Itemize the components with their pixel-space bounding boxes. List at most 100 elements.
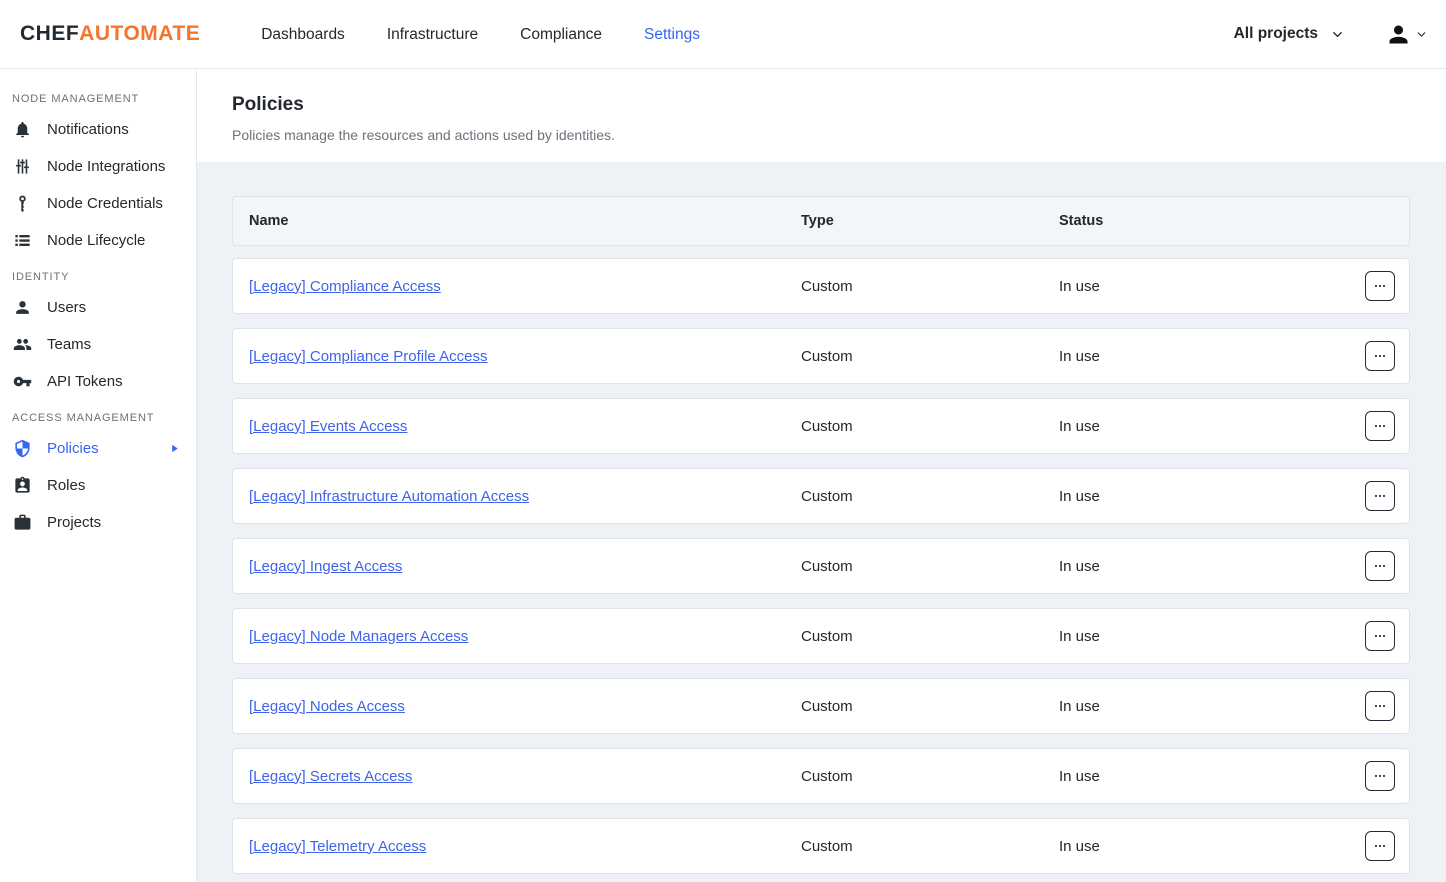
brand-logo[interactable]: CHEFAUTOMATE bbox=[20, 22, 200, 46]
sidebar-item-notifications[interactable]: Notifications bbox=[0, 111, 196, 148]
policy-name-link[interactable]: [Legacy] Events Access bbox=[249, 418, 407, 435]
row-menu-button[interactable] bbox=[1365, 411, 1395, 441]
table-row: [Legacy] Events Access CustomIn use bbox=[232, 398, 1410, 454]
ellipsis-icon bbox=[1372, 418, 1388, 434]
sidebar-item-label: Roles bbox=[47, 477, 85, 494]
settings-sidebar: NODE MANAGEMENT Notifications Node Integra… bbox=[0, 69, 197, 882]
app-shell: NODE MANAGEMENT Notifications Node Integra… bbox=[0, 69, 1446, 882]
list-icon bbox=[12, 231, 32, 251]
main-content: Policies Policies manage the resources a… bbox=[197, 69, 1446, 882]
policy-status-cell: In use bbox=[1059, 418, 1347, 435]
person-icon bbox=[1385, 21, 1412, 48]
sidebar-item-label: Node Credentials bbox=[47, 195, 163, 212]
table-row: [Legacy] Telemetry Access CustomIn use bbox=[232, 818, 1410, 874]
brand-logo-automate: AUTOMATE bbox=[79, 22, 200, 45]
row-menu-button[interactable] bbox=[1365, 551, 1395, 581]
people-icon bbox=[12, 335, 32, 355]
column-header-name: Name bbox=[249, 213, 801, 229]
badge-icon bbox=[12, 476, 32, 496]
policy-type-cell: Custom bbox=[801, 698, 1059, 715]
policy-name-link[interactable]: [Legacy] Compliance Access bbox=[249, 278, 441, 295]
policy-name-link[interactable]: [Legacy] Ingest Access bbox=[249, 558, 402, 575]
policy-status-cell: In use bbox=[1059, 768, 1347, 785]
policy-type-cell: Custom bbox=[801, 628, 1059, 645]
policy-type-cell: Custom bbox=[801, 418, 1059, 435]
sidebar-item-roles[interactable]: Roles bbox=[0, 467, 196, 504]
policy-name-link[interactable]: [Legacy] Infrastructure Automation Acces… bbox=[249, 488, 529, 505]
row-menu-button[interactable] bbox=[1365, 271, 1395, 301]
policy-name-link[interactable]: [Legacy] Telemetry Access bbox=[249, 838, 426, 855]
page-title: Policies bbox=[232, 94, 1410, 116]
sidebar-item-node-lifecycle[interactable]: Node Lifecycle bbox=[0, 222, 196, 259]
row-menu-button[interactable] bbox=[1365, 341, 1395, 371]
table-row: [Legacy] Compliance AccessCustomIn use bbox=[232, 258, 1410, 314]
sliders-icon bbox=[12, 157, 32, 177]
ellipsis-icon bbox=[1372, 698, 1388, 714]
policy-status-cell: In use bbox=[1059, 558, 1347, 575]
sidebar-section-title-node-management: NODE MANAGEMENT bbox=[0, 93, 196, 105]
policy-name-link[interactable]: [Legacy] Compliance Profile Access bbox=[249, 348, 487, 365]
chevron-down-icon bbox=[1415, 28, 1428, 41]
policy-status-cell: In use bbox=[1059, 348, 1347, 365]
row-menu-button[interactable] bbox=[1365, 481, 1395, 511]
sidebar-item-policies[interactable]: Policies bbox=[0, 430, 196, 467]
sidebar-item-projects[interactable]: Projects bbox=[0, 504, 196, 541]
table-row: [Legacy] Secrets AccessCustomIn use bbox=[232, 748, 1410, 804]
sidebar-item-label: Projects bbox=[47, 514, 101, 531]
ellipsis-icon bbox=[1372, 628, 1388, 644]
table-header-row: Name Type Status bbox=[232, 196, 1410, 246]
policy-name-link[interactable]: [Legacy] Node Managers Access bbox=[249, 628, 468, 645]
nav-item-dashboards[interactable]: Dashboards bbox=[240, 0, 366, 69]
sidebar-item-node-credentials[interactable]: Node Credentials bbox=[0, 185, 196, 222]
policy-status-cell: In use bbox=[1059, 278, 1347, 295]
policy-type-cell: Custom bbox=[801, 488, 1059, 505]
sidebar-item-node-integrations[interactable]: Node Integrations bbox=[0, 148, 196, 185]
projects-filter-label: All projects bbox=[1234, 25, 1318, 43]
policy-type-cell: Custom bbox=[801, 558, 1059, 575]
sidebar-item-api-tokens[interactable]: API Tokens bbox=[0, 363, 196, 400]
ellipsis-icon bbox=[1372, 278, 1388, 294]
row-menu-button[interactable] bbox=[1365, 621, 1395, 651]
policy-type-cell: Custom bbox=[801, 348, 1059, 365]
sidebar-item-label: Policies bbox=[47, 440, 99, 457]
policy-status-cell: In use bbox=[1059, 698, 1347, 715]
brand-logo-chef: CHEF bbox=[20, 22, 79, 45]
sidebar-item-label: Node Integrations bbox=[47, 158, 165, 175]
sidebar-item-users[interactable]: Users bbox=[0, 289, 196, 326]
table-row: [Legacy] Ingest Access CustomIn use bbox=[232, 538, 1410, 594]
sidebar-section-title-access-management: ACCESS MANAGEMENT bbox=[0, 412, 196, 424]
nav-item-settings[interactable]: Settings bbox=[623, 0, 721, 69]
policy-status-cell: In use bbox=[1059, 628, 1347, 645]
policy-name-link[interactable]: [Legacy] Nodes Access bbox=[249, 698, 405, 715]
projects-filter-dropdown[interactable]: All projects bbox=[1234, 25, 1345, 43]
table-row: [Legacy] Compliance Profile Access Custom… bbox=[232, 328, 1410, 384]
person-icon bbox=[12, 298, 32, 318]
main-nav: DashboardsInfrastructureComplianceSettin… bbox=[240, 0, 721, 69]
row-menu-button[interactable] bbox=[1365, 761, 1395, 791]
sidebar-item-teams[interactable]: Teams bbox=[0, 326, 196, 363]
column-header-type: Type bbox=[801, 213, 1059, 229]
policy-name-link[interactable]: [Legacy] Secrets Access bbox=[249, 768, 412, 785]
row-menu-button[interactable] bbox=[1365, 831, 1395, 861]
column-header-status: Status bbox=[1059, 213, 1347, 229]
nav-item-infrastructure[interactable]: Infrastructure bbox=[366, 0, 499, 69]
table-row: [Legacy] Nodes Access CustomIn use bbox=[232, 678, 1410, 734]
triangle-right-icon bbox=[169, 443, 180, 454]
policy-status-cell: In use bbox=[1059, 838, 1347, 855]
policy-type-cell: Custom bbox=[801, 838, 1059, 855]
sidebar-item-label: Teams bbox=[47, 336, 91, 353]
page-header: Policies Policies manage the resources a… bbox=[197, 69, 1446, 162]
ellipsis-icon bbox=[1372, 838, 1388, 854]
user-menu[interactable] bbox=[1385, 21, 1428, 48]
sidebar-item-label: Users bbox=[47, 299, 86, 316]
row-menu-button[interactable] bbox=[1365, 691, 1395, 721]
top-nav-bar: CHEFAUTOMATE DashboardsInfrastructureCom… bbox=[0, 0, 1446, 69]
chevron-down-icon bbox=[1330, 27, 1345, 42]
top-right-controls: All projects bbox=[1234, 21, 1428, 48]
table-row: [Legacy] Infrastructure Automation Acces… bbox=[232, 468, 1410, 524]
briefcase-icon bbox=[12, 513, 32, 533]
ellipsis-icon bbox=[1372, 488, 1388, 504]
nav-item-compliance[interactable]: Compliance bbox=[499, 0, 623, 69]
shield-icon bbox=[12, 439, 32, 459]
policies-table-body: [Legacy] Compliance AccessCustomIn use[L… bbox=[232, 258, 1410, 874]
